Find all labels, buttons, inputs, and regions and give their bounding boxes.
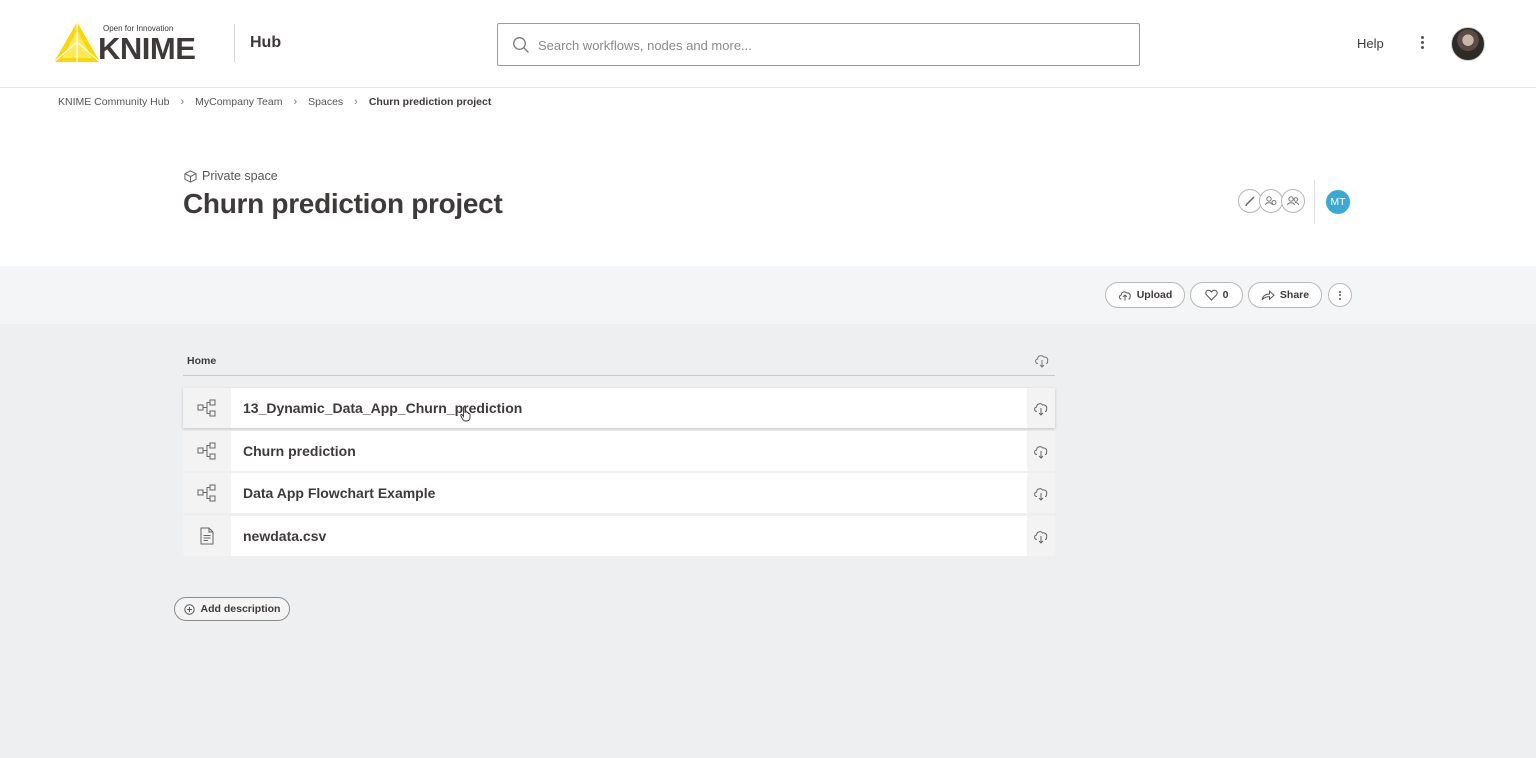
top-header: Open for Innovation KNIME Hub Help [0,0,1536,88]
hand-cursor-icon [460,406,471,422]
item-name[interactable]: newdata.csv [243,528,326,544]
private-space-icon [184,169,197,183]
space-type-text: Private space [202,169,278,183]
like-count: 0 [1222,289,1229,301]
page-title: Churn prediction project [183,188,503,219]
upload-button[interactable]: Upload [1105,282,1185,308]
download-button[interactable] [1027,388,1055,428]
plus-circle-icon [183,603,195,615]
explorer-header: Home [183,348,1055,376]
title-divider [1314,180,1315,224]
heart-icon [1204,289,1218,301]
cloud-upload-icon [1118,291,1131,301]
breadcrumb-item-spaces[interactable]: Spaces [308,96,343,108]
cloud-download-icon [1035,355,1049,368]
space-type-label: Private space [184,169,278,183]
upload-label: Upload [1136,289,1173,301]
share-label: Share [1279,289,1310,301]
search-box[interactable] [497,23,1140,66]
workflow-icon [183,473,231,513]
list-item[interactable]: newdata.csv [183,516,1055,556]
cloud-download-icon [1034,530,1048,544]
list-item[interactable]: 13_Dynamic_Data_App_Churn_prediction [183,388,1055,428]
vertical-dots-icon [1339,289,1341,301]
search-icon [513,37,529,53]
help-link[interactable]: Help [1357,36,1384,51]
user-avatar[interactable] [1451,27,1485,61]
cloud-download-icon [1034,402,1048,416]
workflow-icon [183,388,231,428]
cloud-download-icon [1034,445,1048,459]
logo-wordmark: KNIME [98,31,196,66]
workflow-icon [183,431,231,471]
more-actions-button[interactable] [1328,283,1352,307]
download-all-button[interactable] [1034,353,1050,373]
manage-members-button[interactable] [1259,189,1283,213]
list-item[interactable]: Data App Flowchart Example [183,473,1055,513]
users-settings-icon [1265,196,1277,206]
explorer-path-home[interactable]: Home [187,355,216,367]
members-button[interactable] [1281,189,1305,213]
header-divider [234,24,235,62]
chevron-right-icon: › [293,96,298,108]
share-arrow-icon [1261,289,1275,300]
cloud-download-icon [1034,487,1048,501]
hub-section-label[interactable]: Hub [250,34,281,52]
download-button[interactable] [1027,473,1055,513]
item-name[interactable]: Data App Flowchart Example [243,485,435,501]
space-actions [1238,189,1305,215]
more-menu-icon[interactable] [1418,35,1426,53]
owner-avatar[interactable]: MT [1326,190,1350,214]
search-input[interactable] [538,34,1118,56]
like-button[interactable]: 0 [1190,282,1243,308]
breadcrumb-item-current: Churn prediction project [368,96,492,108]
download-button[interactable] [1027,431,1055,471]
chevron-right-icon: › [180,96,185,108]
file-icon [183,516,231,556]
download-button[interactable] [1027,516,1055,556]
add-description-button[interactable]: Add description [174,597,290,621]
breadcrumb-item-hub[interactable]: KNIME Community Hub [58,96,169,108]
users-icon [1287,196,1300,206]
share-button[interactable]: Share [1248,282,1322,308]
item-name[interactable]: 13_Dynamic_Data_App_Churn_prediction [243,400,522,416]
pencil-icon [1245,196,1255,206]
knime-logo[interactable]: Open for Innovation KNIME [54,20,214,66]
breadcrumb: KNIME Community Hub › MyCompany Team › S… [58,96,491,108]
add-description-label: Add description [200,603,281,615]
breadcrumb-item-team[interactable]: MyCompany Team [195,96,282,108]
chevron-right-icon: › [354,96,358,108]
list-item[interactable]: Churn prediction [183,431,1055,471]
knime-triangle-icon [54,22,100,62]
item-name[interactable]: Churn prediction [243,443,356,459]
